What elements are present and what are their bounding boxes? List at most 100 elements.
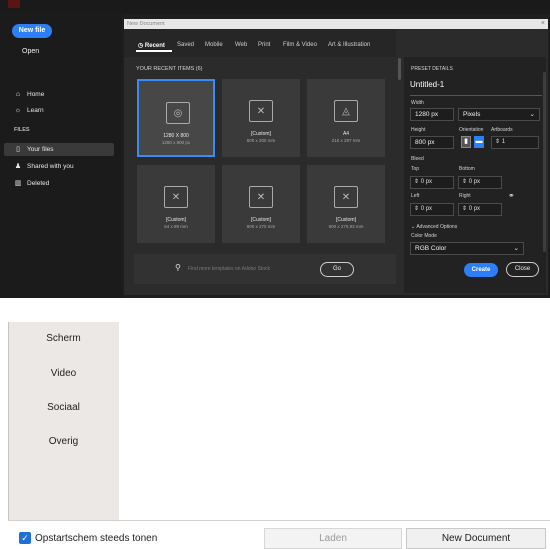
sidebar-item-shared[interactable]: ♟ Shared with you [14,160,74,172]
sidebar-item-your-files[interactable]: ▯ Your files [14,143,54,155]
color-mode-select[interactable]: RGB Color ⌄ [410,242,524,255]
sidebar-item-label: Home [27,90,45,98]
load-button[interactable]: Laden [264,528,402,549]
clock-icon: ◷ [138,43,144,49]
scrollbar[interactable] [398,58,401,80]
preset-scrollbar[interactable] [543,72,546,252]
tab-label: Recent [144,43,165,49]
dialog-title: New Document [124,19,548,29]
document-icon: ✕ [334,186,358,208]
bleed-bottom-field[interactable]: ⇕ 0 px [458,176,502,189]
stepper-icon: ⇕ [462,179,468,185]
divider [8,322,9,520]
adobe-app-window: New file Open ⌂ Home ☼ Learn FILES ▯ Your f… [0,0,550,298]
users-icon: ♟ [14,163,22,170]
new-file-button[interactable]: New file [12,24,52,38]
bleed-left-field[interactable]: ⇕ 0 px [410,203,454,216]
stepper-icon: ⇕ [414,206,420,212]
tab-mobile[interactable]: Mobile [205,42,223,48]
sidebar-item-deleted[interactable]: ▥ Deleted [14,177,50,189]
chevron-down-icon: ⌄ [529,111,535,118]
trash-icon: ▥ [14,180,22,187]
card-name: [Custom] [165,217,186,223]
chevron-down-icon: ⌄ [411,224,416,230]
tab-web[interactable]: Web [235,42,247,48]
sidebar [0,14,122,298]
tab-print[interactable]: Print [258,42,270,48]
card-size: 210 x 297 mm [331,138,361,143]
divider [8,520,550,521]
bleed-top-field[interactable]: ⇕ 0 px [410,176,454,189]
document-name-field[interactable]: Untitled-1 [410,80,542,94]
recent-card[interactable]: ✕ [Custom] 600 x 270,93 mm [307,165,385,243]
card-size: 600 x 270 mm [246,224,276,229]
recent-card[interactable]: ✕ [Custom] 64 x 89 mm [137,165,215,243]
right-label: Right [459,193,471,199]
artboards-field[interactable]: ⇕ 1 [491,136,539,149]
document-icon: ✕ [249,100,273,122]
create-button[interactable]: Create [464,263,498,277]
sidebar-item-learn[interactable]: ☼ Learn [14,104,44,116]
advanced-options-toggle[interactable]: ⌄ Advanced Options [411,224,457,230]
card-size: 600 x 200 mm [246,138,276,143]
tab-recent[interactable]: ◷ Recent [138,42,165,49]
unit-select[interactable]: Pixels ⌄ [458,108,540,121]
link-icon[interactable]: ⚭ [508,191,515,200]
stock-search-input[interactable]: Find more templates on Adobe Stock [188,266,270,272]
preset-heading: PRESET DETAILS [411,66,453,72]
go-button[interactable]: Go [320,262,354,277]
sidebar-item-label: Your files [27,145,54,153]
card-name: [Custom] [335,217,356,223]
bleed-right-field[interactable]: ⇕ 0 px [458,203,502,216]
close-icon[interactable]: × [541,19,545,29]
landscape-orientation-button[interactable]: ▬ [474,136,484,148]
height-label: Height [411,127,426,133]
sidebar-item-home[interactable]: ⌂ Home [14,88,44,100]
close-button[interactable]: Close [506,262,539,277]
title-bar [0,0,550,14]
print-icon: ◬ [334,100,358,122]
sidebar-item-label: Shared with you [27,162,74,170]
color-mode-label: Color Mode [411,233,437,239]
card-name: A4 [342,131,350,137]
portrait-orientation-button[interactable]: ▮ [461,136,471,148]
card-name: [Custom] [250,131,271,137]
search-icon: ⚲ [175,263,181,272]
recent-card[interactable]: ◎ 1280 X 800 1280 x 800 px [137,79,215,157]
recent-card[interactable]: ✕ [Custom] 600 x 200 mm [222,79,300,157]
stepper-icon: ⇕ [495,139,501,145]
file-icon: ▯ [16,146,20,153]
width-field[interactable]: 1280 px [410,108,454,121]
document-icon: ✕ [249,186,273,208]
open-link[interactable]: Open [22,48,39,55]
stepper-icon: ⇕ [414,179,420,185]
lightbulb-icon: ☼ [14,106,22,114]
name-underline [410,95,542,96]
startup-checkbox[interactable]: ✓ [19,532,31,544]
height-field[interactable]: 800 px [410,136,454,149]
category-item-overig[interactable]: Overig [8,436,119,447]
startup-checkbox-label[interactable]: Opstartschem steeds tonen [35,533,157,544]
tab-saved[interactable]: Saved [177,42,194,48]
web-icon: ◎ [166,102,190,124]
recent-card[interactable]: ◬ A4 210 x 297 mm [307,79,385,157]
app-logo [8,0,20,8]
card-size: 64 x 89 mm [164,224,188,229]
bottom-label: Bottom [459,166,475,172]
category-item-sociaal[interactable]: Sociaal [8,402,119,413]
category-item-video[interactable]: Video [8,368,119,379]
card-size: 1280 x 800 px [161,140,191,145]
stepper-icon: ⇕ [462,206,468,212]
home-icon: ⌂ [15,90,21,98]
width-label: Width [411,100,424,106]
active-tab-underline [136,50,172,52]
card-size: 600 x 270,93 mm [328,224,364,229]
category-list [8,322,119,520]
category-item-scherm[interactable]: Scherm [8,333,119,344]
recent-card[interactable]: ✕ [Custom] 600 x 270 mm [222,165,300,243]
card-name: [Custom] [250,217,271,223]
tab-film-video[interactable]: Film & Video [283,42,317,48]
card-name: 1280 X 800 [163,133,189,139]
tab-art-illustration[interactable]: Art & Illustration [328,42,370,48]
new-document-button[interactable]: New Document [406,528,546,549]
